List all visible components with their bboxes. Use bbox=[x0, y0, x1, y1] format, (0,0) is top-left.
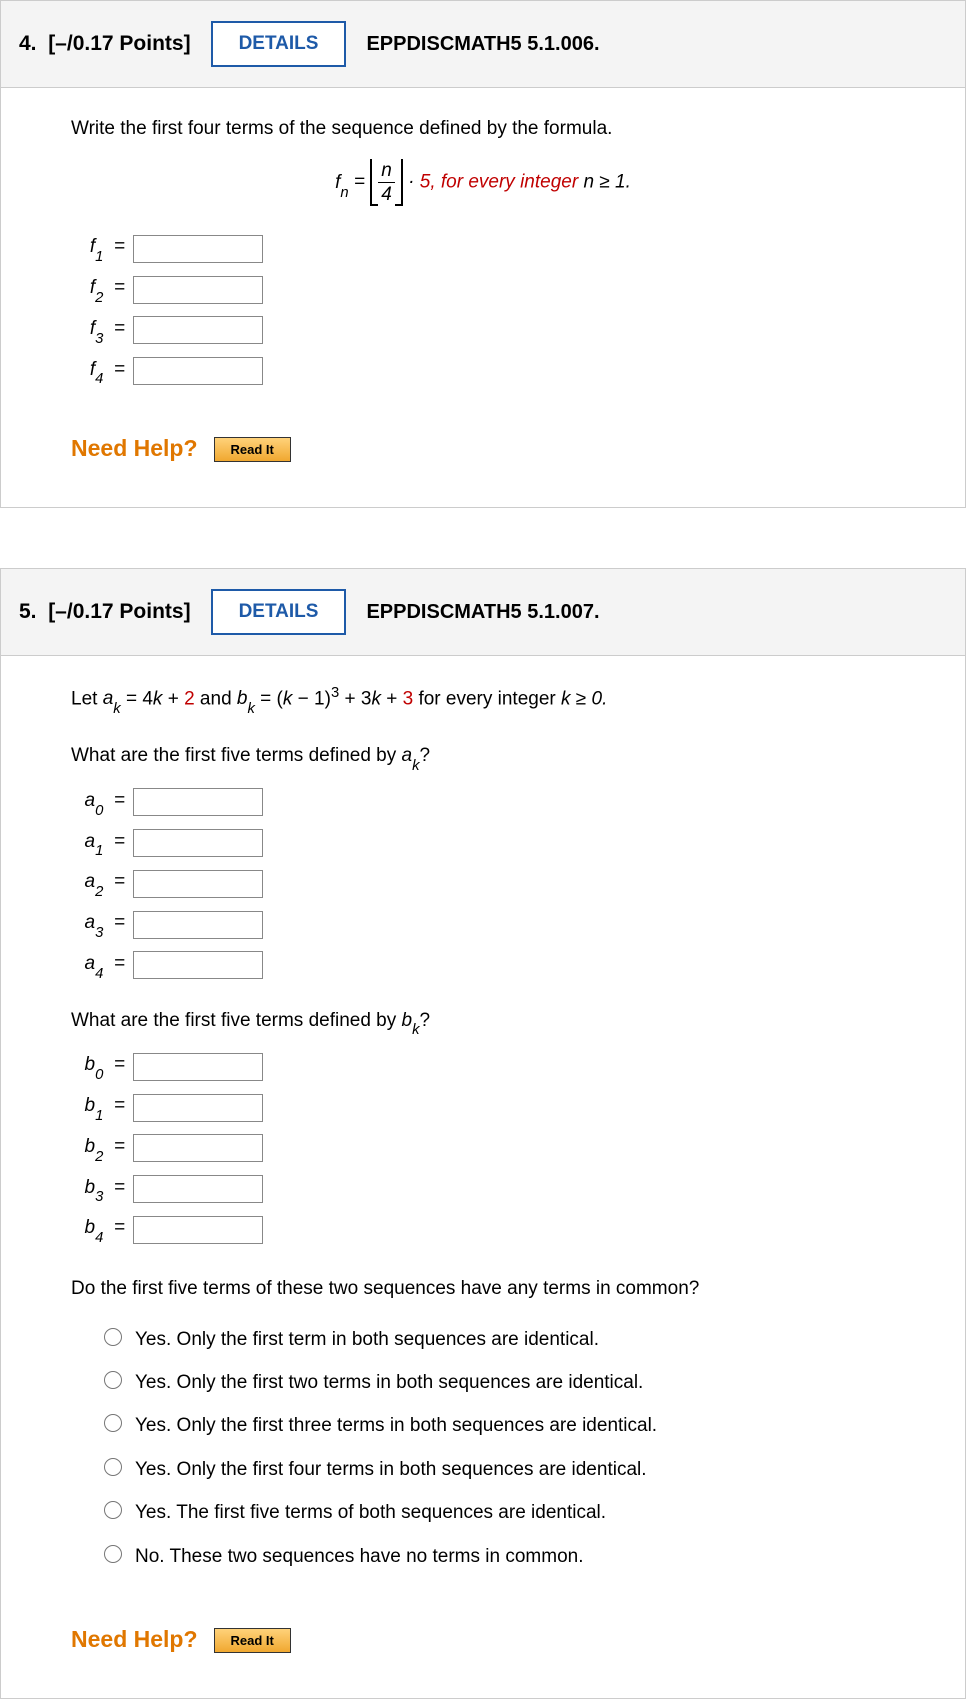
mc-option-label: Yes. Only the first term in both sequenc… bbox=[135, 1325, 599, 1354]
term-label: a0 = bbox=[71, 786, 133, 819]
a1-input[interactable] bbox=[133, 829, 263, 857]
question-number: 5. [–/0.17 Points] bbox=[19, 600, 191, 624]
term-row: f4 = bbox=[71, 355, 895, 388]
need-help-row: Need Help? Read It bbox=[71, 1622, 895, 1658]
term-label: f2 = bbox=[71, 273, 133, 306]
b3-input[interactable] bbox=[133, 1175, 263, 1203]
f4-input[interactable] bbox=[133, 357, 263, 385]
term-label: b4 = bbox=[71, 1213, 133, 1246]
mc-option-2[interactable]: Yes. Only the first three terms in both … bbox=[71, 1404, 895, 1447]
need-help-label: Need Help? bbox=[71, 1622, 198, 1658]
prompt-text: Write the first four terms of the sequen… bbox=[71, 114, 895, 143]
term-label: f1 = bbox=[71, 232, 133, 265]
term-row: a4 = bbox=[71, 949, 895, 982]
need-help-label: Need Help? bbox=[71, 431, 198, 467]
term-row: b2 = bbox=[71, 1132, 895, 1165]
b4-input[interactable] bbox=[133, 1216, 263, 1244]
a0-input[interactable] bbox=[133, 788, 263, 816]
term-label: b2 = bbox=[71, 1132, 133, 1165]
term-label: a2 = bbox=[71, 867, 133, 900]
a3-input[interactable] bbox=[133, 911, 263, 939]
let-statement: Let ak = 4k + 2 and bk = (k − 1)3 + 3k +… bbox=[71, 682, 895, 717]
mc-option-0[interactable]: Yes. Only the first term in both sequenc… bbox=[71, 1318, 895, 1361]
term-label: a3 = bbox=[71, 908, 133, 941]
mc-radio[interactable] bbox=[104, 1371, 122, 1389]
mc-option-1[interactable]: Yes. Only the first two terms in both se… bbox=[71, 1361, 895, 1404]
b1-input[interactable] bbox=[133, 1094, 263, 1122]
question-5: 5. [–/0.17 Points] DETAILS EPPDISCMATH5 … bbox=[0, 568, 966, 1699]
term-row: b4 = bbox=[71, 1213, 895, 1246]
term-inputs: f1 = f2 = f3 = f4 = bbox=[71, 232, 895, 387]
mc-option-4[interactable]: Yes. The first five terms of both sequen… bbox=[71, 1491, 895, 1534]
formula: fn = n4 · 5, for every integer n ≥ 1. bbox=[71, 159, 895, 206]
a2-input[interactable] bbox=[133, 870, 263, 898]
b0-input[interactable] bbox=[133, 1053, 263, 1081]
a4-input[interactable] bbox=[133, 951, 263, 979]
term-row: f2 = bbox=[71, 273, 895, 306]
question-number: 4. [–/0.17 Points] bbox=[19, 32, 191, 56]
mc-option-label: Yes. The first five terms of both sequen… bbox=[135, 1498, 606, 1527]
term-label: b1 = bbox=[71, 1091, 133, 1124]
term-row: f1 = bbox=[71, 232, 895, 265]
details-button[interactable]: DETAILS bbox=[211, 21, 347, 67]
mc-option-label: Yes. Only the first four terms in both s… bbox=[135, 1455, 647, 1484]
mc-radio[interactable] bbox=[104, 1328, 122, 1346]
mc-options: Yes. Only the first term in both sequenc… bbox=[71, 1318, 895, 1579]
read-it-button[interactable]: Read It bbox=[214, 1628, 291, 1653]
term-label: f3 = bbox=[71, 314, 133, 347]
question-reference: EPPDISCMATH5 5.1.006. bbox=[366, 33, 599, 56]
mc-option-label: Yes. Only the first three terms in both … bbox=[135, 1411, 657, 1440]
term-label: b0 = bbox=[71, 1050, 133, 1083]
a-section-label: What are the first five terms defined by… bbox=[71, 741, 895, 774]
question-header: 5. [–/0.17 Points] DETAILS EPPDISCMATH5 … bbox=[1, 569, 965, 656]
question-header: 4. [–/0.17 Points] DETAILS EPPDISCMATH5 … bbox=[1, 1, 965, 88]
question-reference: EPPDISCMATH5 5.1.007. bbox=[366, 601, 599, 624]
b2-input[interactable] bbox=[133, 1134, 263, 1162]
f3-input[interactable] bbox=[133, 316, 263, 344]
term-row: b1 = bbox=[71, 1091, 895, 1124]
mc-radio[interactable] bbox=[104, 1414, 122, 1432]
mc-question: Do the first five terms of these two seq… bbox=[71, 1274, 895, 1303]
term-row: a0 = bbox=[71, 786, 895, 819]
question-body: Write the first four terms of the sequen… bbox=[1, 88, 965, 507]
term-row: a1 = bbox=[71, 827, 895, 860]
f1-input[interactable] bbox=[133, 235, 263, 263]
b-term-inputs: b0 = b1 = b2 = b3 = b4 = bbox=[71, 1050, 895, 1246]
term-label: b3 = bbox=[71, 1173, 133, 1206]
term-label: a4 = bbox=[71, 949, 133, 982]
mc-radio[interactable] bbox=[104, 1545, 122, 1563]
question-4: 4. [–/0.17 Points] DETAILS EPPDISCMATH5 … bbox=[0, 0, 966, 508]
a-term-inputs: a0 = a1 = a2 = a3 = a4 = bbox=[71, 786, 895, 982]
term-label: f4 = bbox=[71, 355, 133, 388]
mc-radio[interactable] bbox=[104, 1458, 122, 1476]
b-section-label: What are the first five terms defined by… bbox=[71, 1006, 895, 1039]
term-row: f3 = bbox=[71, 314, 895, 347]
mc-radio[interactable] bbox=[104, 1501, 122, 1519]
need-help-row: Need Help? Read It bbox=[71, 431, 895, 467]
mc-option-label: No. These two sequences have no terms in… bbox=[135, 1542, 584, 1571]
mc-option-5[interactable]: No. These two sequences have no terms in… bbox=[71, 1535, 895, 1578]
term-row: a2 = bbox=[71, 867, 895, 900]
f2-input[interactable] bbox=[133, 276, 263, 304]
read-it-button[interactable]: Read It bbox=[214, 437, 291, 462]
term-row: b0 = bbox=[71, 1050, 895, 1083]
term-row: b3 = bbox=[71, 1173, 895, 1206]
mc-option-label: Yes. Only the first two terms in both se… bbox=[135, 1368, 643, 1397]
mc-option-3[interactable]: Yes. Only the first four terms in both s… bbox=[71, 1448, 895, 1491]
question-body: Let ak = 4k + 2 and bk = (k − 1)3 + 3k +… bbox=[1, 656, 965, 1698]
term-label: a1 = bbox=[71, 827, 133, 860]
details-button[interactable]: DETAILS bbox=[211, 589, 347, 635]
term-row: a3 = bbox=[71, 908, 895, 941]
